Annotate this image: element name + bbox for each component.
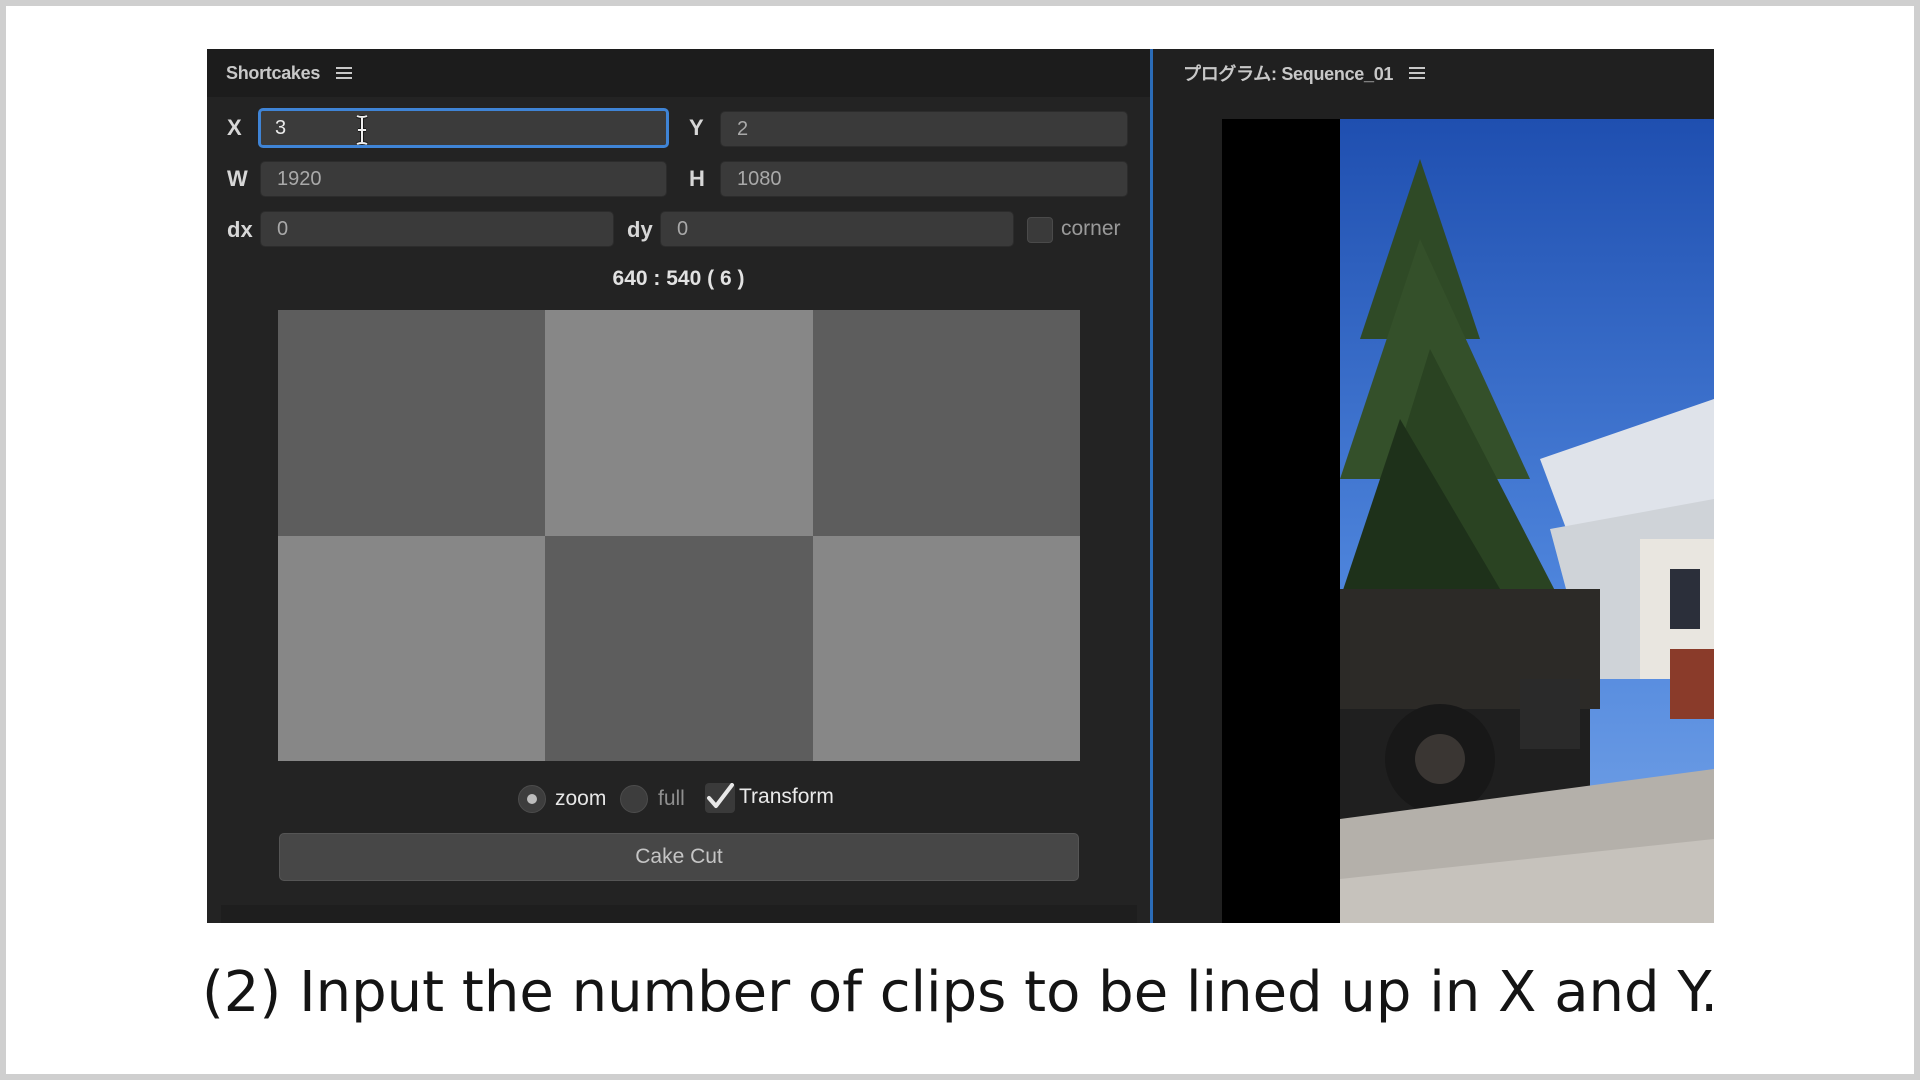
panel-footer xyxy=(221,905,1137,923)
shortcakes-panel: Shortcakes X 3 Y 2 W 1920 H 1080 dx 0 dy… xyxy=(207,49,1150,923)
dy-input-value: 0 xyxy=(677,217,689,240)
grid-cell xyxy=(812,535,1080,761)
zoom-label: zoom xyxy=(555,787,607,810)
video-frame-image xyxy=(1340,119,1714,923)
w-input-value: 1920 xyxy=(277,167,322,190)
transform-checkbox[interactable] xyxy=(705,783,735,813)
y-label: Y xyxy=(689,115,704,140)
dx-input-value: 0 xyxy=(277,217,289,240)
tutorial-caption: (2) Input the number of clips to be line… xyxy=(201,960,1719,1025)
panel-title: Shortcakes xyxy=(226,62,321,83)
grid-cell xyxy=(545,535,813,761)
h-input-value: 1080 xyxy=(737,167,782,190)
hamburger-menu-icon[interactable] xyxy=(336,66,353,80)
text-cursor-icon xyxy=(356,115,368,145)
cell-size-readout: 640 : 540 ( 6 ) xyxy=(612,267,745,290)
hamburger-menu-icon[interactable] xyxy=(1409,66,1426,80)
options-row: zoom full Transform xyxy=(207,781,1150,817)
app-screenshot: Shortcakes X 3 Y 2 W 1920 H 1080 dx 0 dy… xyxy=(207,49,1714,923)
y-input[interactable]: 2 xyxy=(720,111,1128,147)
full-label: full xyxy=(658,787,685,810)
grid-cell xyxy=(278,535,546,761)
cut-preview-grid xyxy=(278,310,1080,761)
dx-input[interactable]: 0 xyxy=(260,211,614,247)
dy-label: dy xyxy=(627,217,653,242)
shortcakes-panel-header: Shortcakes xyxy=(207,49,1150,97)
w-input[interactable]: 1920 xyxy=(260,161,667,197)
full-radio[interactable] xyxy=(620,785,648,813)
h-label: H xyxy=(689,166,705,191)
transform-label: Transform xyxy=(739,785,834,808)
dx-label: dx xyxy=(227,217,253,242)
corner-label: corner xyxy=(1061,217,1121,240)
w-label: W xyxy=(227,166,248,191)
zoom-radio[interactable] xyxy=(518,785,546,813)
program-panel-title: プログラム: Sequence_01 xyxy=(1183,64,1394,84)
x-input[interactable]: 3 xyxy=(258,108,669,148)
x-label: X xyxy=(227,115,242,140)
h-input[interactable]: 1080 xyxy=(720,161,1128,197)
cake-cut-button[interactable]: Cake Cut xyxy=(279,833,1079,881)
corner-checkbox[interactable] xyxy=(1027,217,1053,243)
program-monitor-panel: プログラム: Sequence_01 xyxy=(1153,49,1714,923)
grid-cell xyxy=(545,310,813,536)
dy-input[interactable]: 0 xyxy=(660,211,1014,247)
grid-cell xyxy=(278,310,546,536)
y-input-value: 2 xyxy=(737,117,749,140)
checkmark-icon xyxy=(707,783,734,808)
program-panel-header: プログラム: Sequence_01 xyxy=(1153,49,1714,97)
x-input-value: 3 xyxy=(275,116,287,139)
grid-cell xyxy=(812,310,1080,536)
program-monitor-view[interactable] xyxy=(1222,119,1714,923)
